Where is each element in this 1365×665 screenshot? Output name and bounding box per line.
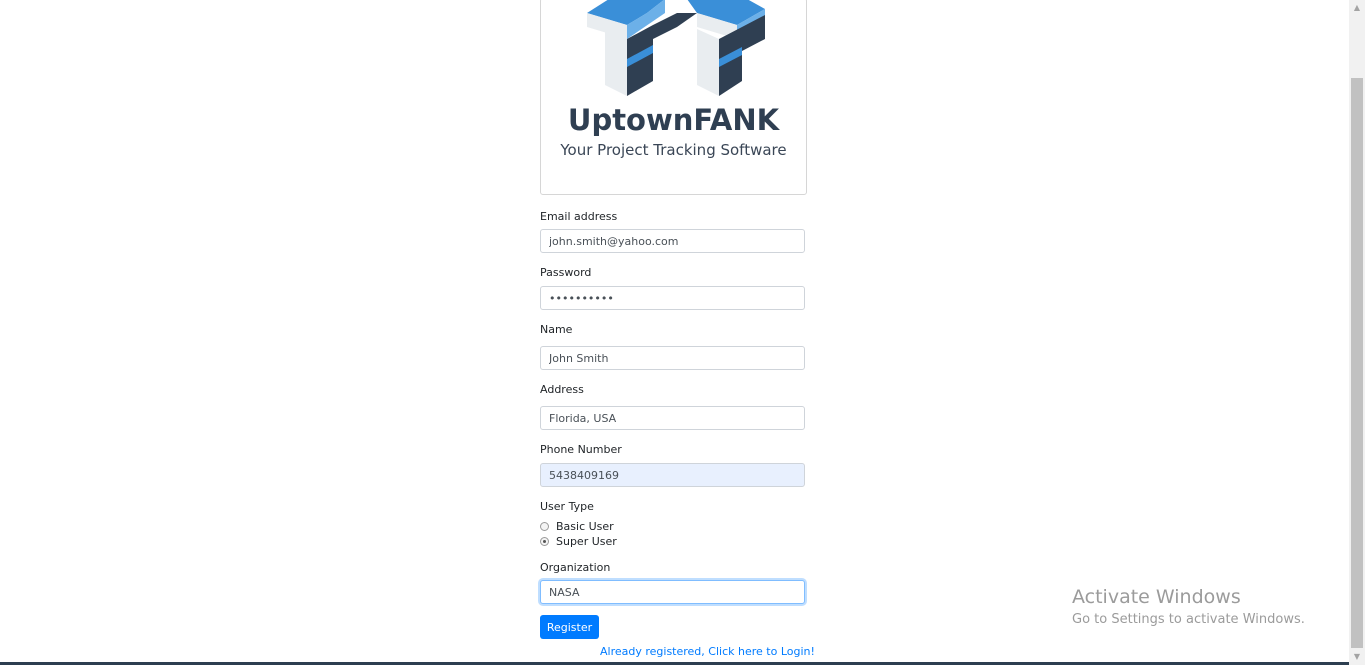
login-link[interactable]: Already registered, Click here to Login! bbox=[600, 645, 815, 658]
phone-field[interactable] bbox=[540, 463, 805, 487]
email-field[interactable] bbox=[540, 229, 805, 253]
brand-tagline: Your Project Tracking Software bbox=[560, 141, 787, 159]
super-user-option[interactable]: Super User bbox=[540, 534, 617, 548]
watermark-title: Activate Windows bbox=[1072, 586, 1241, 608]
activate-windows-watermark: Activate Windows Go to Settings to activ… bbox=[1072, 586, 1305, 627]
name-label: Name bbox=[540, 323, 573, 336]
address-label: Address bbox=[540, 383, 584, 396]
super-user-label: Super User bbox=[556, 534, 617, 548]
address-field[interactable] bbox=[540, 406, 805, 430]
vertical-scrollbar[interactable]: ▲ ▼ bbox=[1349, 0, 1365, 665]
user-type-label: User Type bbox=[540, 500, 594, 513]
scroll-up-icon[interactable]: ▲ bbox=[1349, 0, 1365, 16]
phone-label: Phone Number bbox=[540, 443, 622, 456]
organization-field[interactable] bbox=[540, 580, 805, 604]
watermark-subtitle: Go to Settings to activate Windows. bbox=[1072, 612, 1305, 627]
password-field[interactable] bbox=[540, 286, 805, 310]
logo-card: UptownFANK Your Project Tracking Softwar… bbox=[540, 0, 807, 195]
register-button[interactable]: Register bbox=[540, 615, 599, 639]
email-label: Email address bbox=[540, 210, 618, 223]
organization-label: Organization bbox=[540, 561, 611, 574]
basic-user-option[interactable]: Basic User bbox=[540, 519, 614, 533]
basic-user-radio[interactable] bbox=[540, 521, 549, 531]
brand-name: UptownFANK bbox=[567, 103, 780, 137]
uptownfank-logo-icon bbox=[587, 0, 765, 96]
scroll-down-icon[interactable]: ▼ bbox=[1349, 649, 1365, 665]
scrollbar-thumb[interactable] bbox=[1351, 78, 1363, 648]
password-label: Password bbox=[540, 266, 592, 279]
name-field[interactable] bbox=[540, 346, 805, 370]
registration-page: UptownFANK Your Project Tracking Softwar… bbox=[0, 0, 1349, 665]
basic-user-label: Basic User bbox=[556, 519, 614, 533]
super-user-radio[interactable] bbox=[540, 536, 549, 546]
